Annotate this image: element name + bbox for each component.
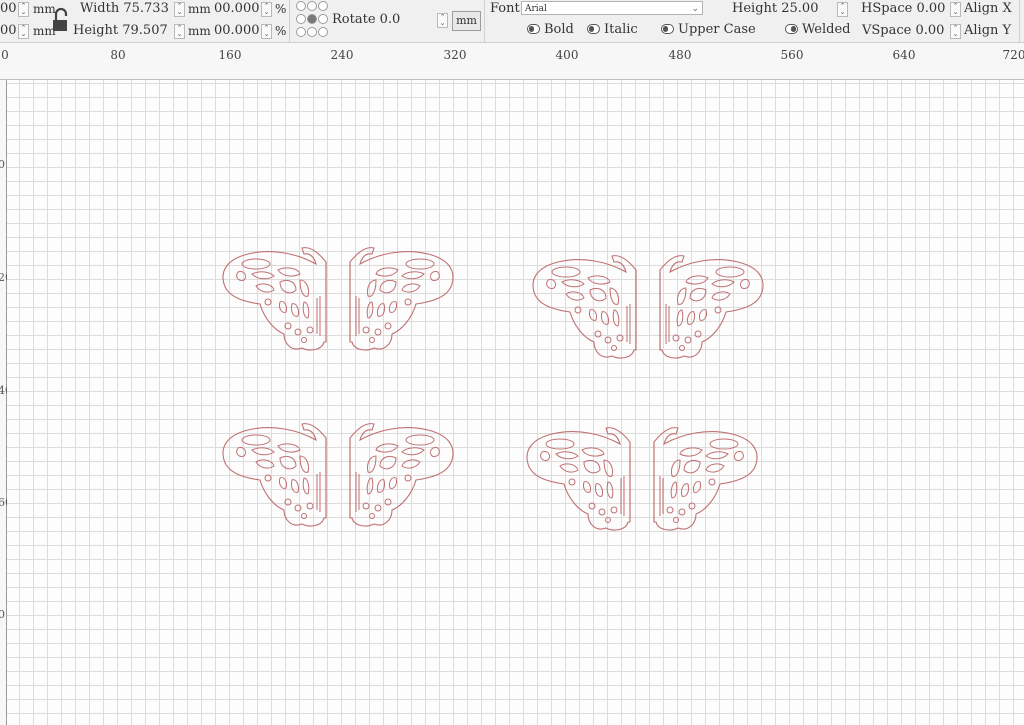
welded-label: Welded — [802, 22, 851, 37]
width-unit: mm — [188, 2, 211, 16]
width-value[interactable]: 75.733 — [123, 1, 169, 16]
pos-x-spinner[interactable]: ⌃ ⌄ — [18, 2, 29, 17]
ruler-tick-label: 0 — [0, 158, 5, 171]
vspace-label: VSpace — [862, 23, 912, 38]
scale-width-value[interactable]: 00.000 — [214, 1, 260, 17]
text-height-value[interactable]: 25.00 — [781, 1, 818, 16]
bold-toggle[interactable]: Bold — [527, 22, 574, 38]
origin-bottom-right-icon[interactable] — [318, 27, 328, 37]
font-select-value: Arial — [525, 4, 547, 14]
origin-bottom-left-icon[interactable] — [296, 27, 306, 37]
upper-case-label: Upper Case — [678, 22, 756, 37]
separator — [1019, 0, 1020, 42]
hspace-label: HSpace — [861, 1, 913, 16]
pos-y-spinner[interactable]: ⌃ ⌄ — [18, 24, 29, 39]
butterfly-pair[interactable] — [527, 428, 757, 530]
toggle-icon — [527, 23, 540, 34]
hspace-field: HSpace 0.00 — [861, 1, 945, 17]
ruler-tick-label: 640 — [892, 48, 916, 62]
rotate-value[interactable]: 0.0 — [380, 12, 401, 27]
text-height-label: Height — [732, 1, 778, 16]
horizontal-ruler: 0 80 160 240 320 400 480 560 640 720 — [0, 43, 1024, 80]
scale-height-spinner[interactable]: ⌃ ⌄ — [261, 24, 272, 39]
toolbar: 00 ⌃ ⌄ mm 00 ⌃ ⌄ mm Width 75.733 ⌃ ⌄ mm Hei… — [0, 0, 1024, 43]
height-value[interactable]: 79.507 — [122, 23, 168, 38]
ruler-tick-label: 240 — [330, 48, 354, 62]
hspace-value[interactable]: 0.00 — [916, 1, 945, 16]
origin-top-center-icon[interactable] — [307, 1, 317, 11]
ruler-tick-label: 480 — [668, 48, 692, 62]
ruler-tick-label: 160 — [218, 48, 242, 62]
rotate-field: Rotate 0.0 — [332, 12, 400, 28]
vspace-value[interactable]: 0.00 — [915, 23, 944, 38]
italic-label: Italic — [604, 22, 638, 37]
italic-toggle[interactable]: Italic — [587, 22, 638, 38]
upper-case-toggle[interactable]: Upper Case — [661, 22, 756, 38]
origin-top-right-icon[interactable] — [318, 1, 328, 11]
ruler-tick-label: 0 — [0, 608, 5, 621]
ruler-tick-label: 400 — [555, 48, 579, 62]
vspace-spinner[interactable]: ⌃ ⌄ — [950, 24, 961, 39]
origin-selector[interactable] — [296, 1, 328, 39]
width-spinner[interactable]: ⌃ ⌄ — [174, 2, 185, 17]
ruler-tick-label: 720 — [1002, 48, 1024, 62]
origin-middle-right-icon[interactable] — [318, 14, 328, 24]
text-height-field: Height 25.00 — [732, 1, 818, 17]
align-y-button[interactable]: Align Y — [964, 23, 1011, 39]
toggle-icon — [661, 23, 674, 34]
butterfly-pair[interactable] — [223, 248, 453, 350]
pos-y-field[interactable]: 00 — [0, 23, 17, 39]
width-label: Width — [80, 1, 120, 16]
scale-height-value[interactable]: 00.000 — [214, 23, 260, 39]
bold-label: Bold — [544, 22, 574, 37]
unit-toggle-button[interactable]: mm — [452, 11, 481, 31]
ruler-tick-label: 560 — [780, 48, 804, 62]
origin-middle-left-icon[interactable] — [296, 14, 306, 24]
scale-width-spinner[interactable]: ⌃ ⌄ — [261, 2, 272, 17]
rotate-spinner[interactable]: ⌃ ⌄ — [437, 13, 448, 28]
origin-center-icon[interactable] — [307, 14, 317, 24]
ruler-tick-label: 320 — [443, 48, 467, 62]
butterfly-pair[interactable] — [223, 424, 453, 526]
scale-width-unit: % — [275, 2, 287, 16]
pos-x-field[interactable]: 00 — [0, 1, 17, 17]
ruler-tick-label: 80 — [110, 48, 126, 62]
ruler-tick-label: 0 — [1, 48, 9, 62]
separator — [484, 0, 485, 42]
height-spinner[interactable]: ⌃ ⌄ — [174, 24, 185, 39]
butterfly-pair[interactable] — [533, 256, 763, 358]
chevron-down-icon: ⌄ — [691, 4, 699, 14]
rotate-label: Rotate — [332, 12, 376, 27]
vertical-ruler: 0 20 40 60 0 — [0, 80, 12, 725]
height-field: Height 79.507 — [73, 23, 168, 39]
origin-bottom-center-icon[interactable] — [307, 27, 317, 37]
font-select[interactable]: Arial ⌄ — [521, 1, 703, 15]
design-canvas[interactable] — [7, 80, 1024, 725]
pos-x-value[interactable]: 00 — [0, 1, 17, 16]
vspace-field: VSpace 0.00 — [862, 23, 944, 39]
separator — [289, 0, 290, 42]
height-label: Height — [73, 23, 119, 38]
lock-ratio-icon[interactable] — [51, 7, 69, 35]
pos-y-value[interactable]: 00 — [0, 23, 17, 38]
width-field: Width 75.733 — [80, 1, 169, 17]
toggle-icon — [785, 23, 798, 34]
welded-toggle[interactable]: Welded — [785, 22, 851, 38]
toggle-icon — [587, 23, 600, 34]
hspace-spinner[interactable]: ⌃ ⌄ — [950, 2, 961, 17]
origin-top-left-icon[interactable] — [296, 1, 306, 11]
scale-height-unit: % — [275, 24, 287, 38]
text-height-spinner[interactable]: ⌃ ⌄ — [837, 2, 848, 17]
height-unit: mm — [188, 24, 211, 38]
align-x-button[interactable]: Align X — [964, 1, 1012, 17]
font-label: Font — [490, 1, 520, 16]
